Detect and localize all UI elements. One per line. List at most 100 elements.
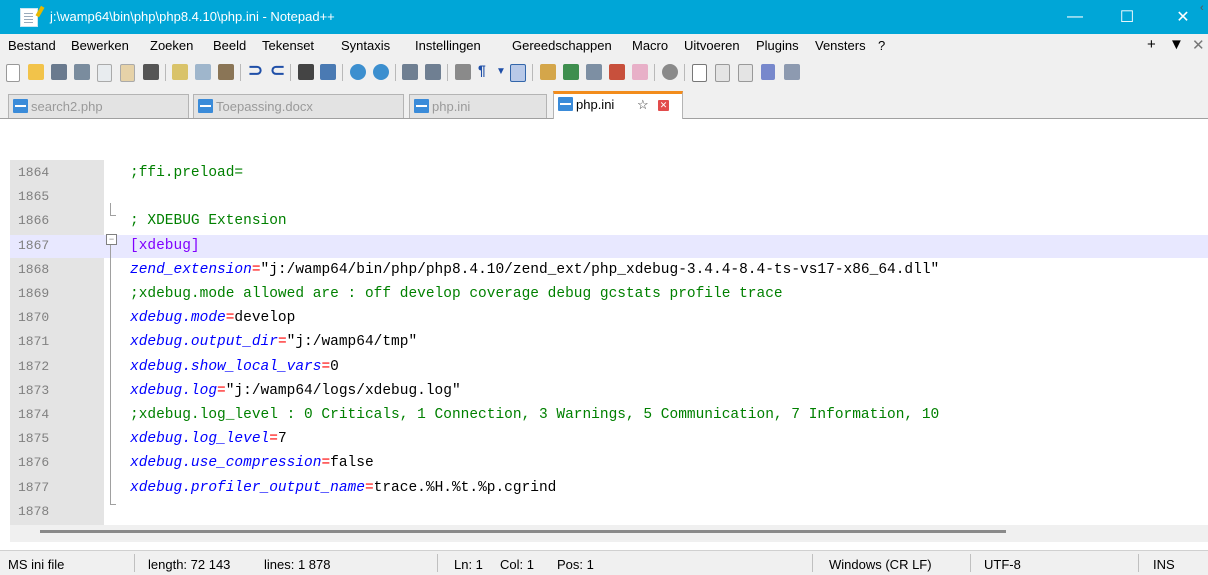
print-icon[interactable] xyxy=(143,64,159,80)
line-number: 1876 xyxy=(18,455,50,471)
code-line[interactable]: 1870 xdebug.mode=develop xyxy=(10,307,1208,330)
code-line[interactable]: 1864 ;ffi.preload= xyxy=(10,162,1208,185)
code-token-key: xdebug.use_compression xyxy=(130,455,322,472)
code-token-val: "j:/wamp64/tmp" xyxy=(286,334,418,351)
sync-h-icon[interactable] xyxy=(425,64,441,80)
code-token-key: xdebug.show_local_vars xyxy=(130,358,322,375)
sync-v-icon[interactable] xyxy=(402,64,418,80)
fold-line xyxy=(110,203,111,215)
zoom-out-icon[interactable] xyxy=(373,64,389,80)
menu-help[interactable]: ? xyxy=(878,38,885,53)
menu-zoeken[interactable]: Zoeken xyxy=(150,38,193,53)
folder-workspace-icon[interactable] xyxy=(609,64,625,80)
new-tab-button[interactable]: + xyxy=(1147,36,1156,53)
minimize-button[interactable]: — xyxy=(1052,0,1098,34)
code-token-section: [xdebug] xyxy=(130,237,200,254)
status-pos: Pos: 1 xyxy=(557,557,594,572)
menu-instellingen[interactable]: Instellingen xyxy=(415,38,481,53)
tab-bar: search2.php Toepassing.docx php.ini php.… xyxy=(0,88,1208,119)
code-line[interactable]: 1869 ;xdebug.mode allowed are : off devel… xyxy=(10,283,1208,306)
tab-php-ini-active[interactable]: php.ini ☆ ✕ xyxy=(553,91,683,119)
line-number: 1868 xyxy=(18,261,50,277)
notepad-plus-plus-icon[interactable] xyxy=(20,8,38,27)
record-macro-icon[interactable] xyxy=(692,64,707,82)
word-wrap-icon[interactable] xyxy=(455,64,471,80)
code-line[interactable]: 1865 xyxy=(10,186,1208,209)
eye-icon[interactable] xyxy=(662,64,678,80)
menu-plugins[interactable]: Plugins xyxy=(756,38,799,53)
tab-label: php.ini xyxy=(576,97,615,112)
code-text: ;xdebug.log_level : 0 Criticals, 1 Conne… xyxy=(130,407,939,423)
maximize-button[interactable]: ☐ xyxy=(1104,0,1150,34)
code-line[interactable]: 1876 xdebug.use_compression=false xyxy=(10,452,1208,475)
code-text: [xdebug] xyxy=(130,238,200,254)
menu-syntaxis[interactable]: Syntaxis xyxy=(341,38,390,53)
copy-icon[interactable] xyxy=(195,64,211,80)
save-all-icon[interactable] xyxy=(74,64,90,80)
close-all-icon[interactable] xyxy=(120,64,135,82)
status-ln: Ln: 1 xyxy=(454,557,483,572)
code-token-eq: = xyxy=(364,479,374,496)
run-macro-multiple-icon[interactable] xyxy=(761,64,775,80)
zoom-in-icon[interactable] xyxy=(350,64,366,80)
code-token-key: xdebug.mode xyxy=(130,310,226,327)
code-line[interactable]: 1866 ; XDEBUG Extension xyxy=(10,210,1208,233)
new-file-icon[interactable] xyxy=(6,64,20,82)
menu-vensters[interactable]: Vensters xyxy=(815,38,866,53)
file-icon xyxy=(558,97,573,111)
line-number: 1878 xyxy=(18,503,50,519)
open-icon[interactable] xyxy=(28,64,44,80)
code-line[interactable]: 1872 xdebug.show_local_vars=0 xyxy=(10,356,1208,379)
close-doc-button[interactable]: ✕ xyxy=(1192,36,1205,54)
pin-icon[interactable]: ☆ xyxy=(637,97,649,113)
tab-php-ini[interactable]: php.ini xyxy=(409,94,547,118)
menu-beeld[interactable]: Beeld xyxy=(213,38,246,53)
tab-search2-php[interactable]: search2.php xyxy=(8,94,189,118)
paste-icon[interactable] xyxy=(218,64,234,80)
scrollbar-thumb[interactable] xyxy=(40,530,1006,533)
title-bar: j:\wamp64\bin\php\php8.4.10\php.ini - No… xyxy=(0,0,1208,34)
horizontal-scrollbar[interactable] xyxy=(10,525,1208,542)
find-icon[interactable] xyxy=(298,64,314,80)
code-token-key: zend_extension xyxy=(130,261,252,278)
code-line[interactable]: 1868 zend_extension="j:/wamp64/bin/php/ph… xyxy=(10,259,1208,282)
monitoring-icon[interactable] xyxy=(632,64,648,80)
cut-icon[interactable] xyxy=(172,64,188,80)
code-token-comment: ; XDEBUG Extension xyxy=(130,213,287,230)
menu-gereedschappen[interactable]: Gereedschappen xyxy=(512,38,612,53)
menu-bewerken[interactable]: Bewerken xyxy=(71,38,129,53)
tab-close-icon[interactable]: ✕ xyxy=(658,100,669,111)
window-title: j:\wamp64\bin\php\php8.4.10\php.ini - No… xyxy=(50,9,335,24)
lang-icon[interactable] xyxy=(540,64,556,80)
save-macro-icon[interactable] xyxy=(784,64,800,80)
code-line[interactable]: 1877 xdebug.profiler_output_name=trace.%H… xyxy=(10,477,1208,500)
redo-icon[interactable]: ⊂ xyxy=(270,60,286,80)
close-icon[interactable] xyxy=(97,64,112,82)
menu-bar: Bestand Bewerken Zoeken Beeld Tekenset S… xyxy=(0,34,1208,56)
undo-icon[interactable]: ⊃ xyxy=(248,60,264,80)
code-token-val: 7 xyxy=(277,431,287,448)
code-line[interactable]: 1875 xdebug.log_level=7 xyxy=(10,428,1208,451)
menu-macro[interactable]: Macro xyxy=(632,38,668,53)
play-macro-icon[interactable] xyxy=(738,64,753,82)
menu-uitvoeren[interactable]: Uitvoeren xyxy=(684,38,740,53)
code-line[interactable]: 1874 ;xdebug.log_level : 0 Criticals, 1 C… xyxy=(10,404,1208,427)
fold-collapse-icon[interactable]: − xyxy=(106,234,117,245)
code-line[interactable]: 1873 xdebug.log="j:/wamp64/logs/xdebug.lo… xyxy=(10,380,1208,403)
indent-guide-icon[interactable] xyxy=(510,64,526,82)
code-line[interactable]: 1878 xyxy=(10,501,1208,524)
menu-tekenset[interactable]: Tekenset xyxy=(262,38,314,53)
replace-icon[interactable] xyxy=(320,64,336,80)
doc-map-icon[interactable] xyxy=(563,64,579,80)
line-number: 1866 xyxy=(18,213,50,229)
show-all-chars-icon[interactable]: ¶ xyxy=(478,62,494,78)
stop-macro-icon[interactable] xyxy=(715,64,730,82)
menu-bestand[interactable]: Bestand xyxy=(8,38,56,53)
code-line[interactable]: 1871 xdebug.output_dir="j:/wamp64/tmp" xyxy=(10,331,1208,354)
code-line[interactable]: 1867 [xdebug] xyxy=(10,234,1208,258)
scroll-right-arrow-icon[interactable]: ‹ xyxy=(1200,2,1204,14)
tab-toepassing-docx[interactable]: Toepassing.docx xyxy=(193,94,404,118)
tab-list-dropdown-button[interactable]: ▼ xyxy=(1169,36,1184,53)
function-list-icon[interactable] xyxy=(586,64,602,80)
save-icon[interactable] xyxy=(51,64,67,80)
